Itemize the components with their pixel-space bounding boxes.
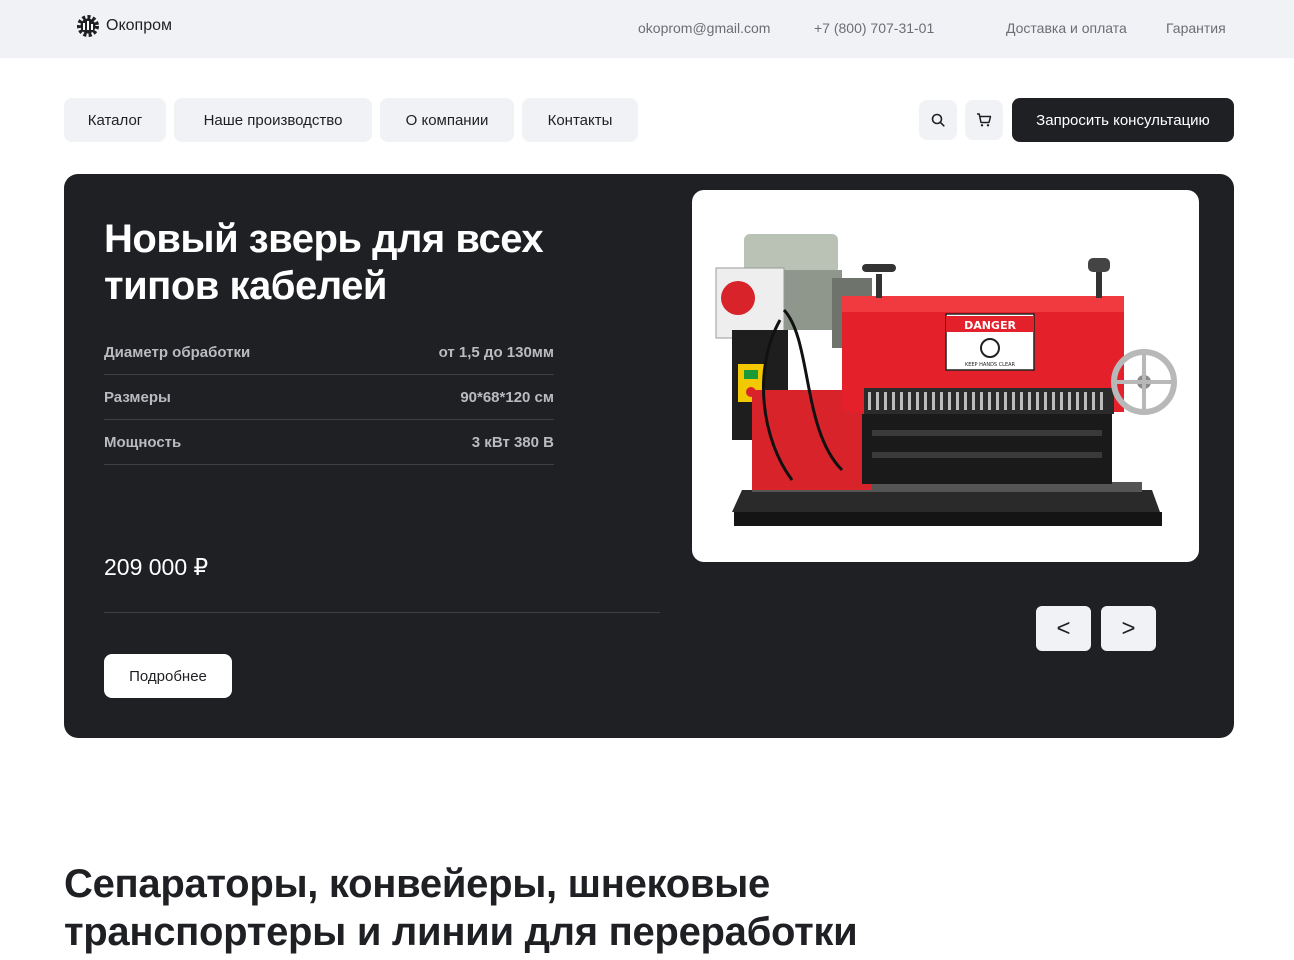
- brand-name: Окопром: [106, 17, 172, 34]
- top-bar: Окопром okoprom@gmail.com +7 (800) 707-3…: [0, 0, 1294, 58]
- next-slide-button[interactable]: >: [1101, 606, 1156, 651]
- price: 209 000 ₽: [104, 554, 209, 580]
- spec-label: Размеры: [104, 388, 171, 406]
- hero-card: Новый зверь для всех типов кабелей Диаме…: [64, 174, 1234, 738]
- product-image: DANGER KEEP HANDS CLEAR: [692, 190, 1199, 562]
- email-link[interactable]: okoprom@gmail.com: [638, 20, 770, 36]
- nav-contacts[interactable]: Контакты: [522, 98, 638, 142]
- search-button[interactable]: [919, 100, 957, 140]
- spec-value: 90*68*120 см: [460, 388, 554, 406]
- cable-stripping-machine-illustration: DANGER KEEP HANDS CLEAR: [715, 234, 1177, 526]
- details-button[interactable]: Подробнее: [104, 654, 232, 698]
- nav-production[interactable]: Наше производство: [174, 98, 372, 142]
- hero-title: Новый зверь для всех типов кабелей: [104, 217, 544, 308]
- danger-sublabel: KEEP HANDS CLEAR: [965, 362, 1016, 368]
- divider: [104, 612, 660, 613]
- logo[interactable]: Окопром: [74, 12, 172, 40]
- spec-row: Мощность 3 кВт 380 В: [104, 420, 554, 465]
- delivery-link[interactable]: Доставка и оплата: [1006, 20, 1127, 36]
- search-icon: [931, 113, 945, 127]
- spec-table: Диаметр обработки от 1,5 до 130мм Размер…: [104, 330, 554, 465]
- spec-label: Диаметр обработки: [104, 343, 251, 361]
- section-title: Сепараторы, конвейеры, шнековые транспор…: [64, 862, 858, 954]
- cart-button[interactable]: [965, 100, 1003, 140]
- request-consultation-button[interactable]: Запросить консультацию: [1012, 98, 1234, 142]
- spec-row: Размеры 90*68*120 см: [104, 375, 554, 420]
- cart-icon: [977, 113, 992, 127]
- danger-label: DANGER: [964, 319, 1016, 332]
- spec-row: Диаметр обработки от 1,5 до 130мм: [104, 330, 554, 375]
- nav-catalog[interactable]: Каталог: [64, 98, 166, 142]
- nav-about[interactable]: О компании: [380, 98, 514, 142]
- spec-value: 3 кВт 380 В: [471, 433, 554, 451]
- gear-logo-icon: [77, 15, 99, 37]
- spec-label: Мощность: [104, 433, 182, 451]
- warranty-link[interactable]: Гарантия: [1166, 20, 1226, 36]
- prev-slide-button[interactable]: <: [1036, 606, 1091, 651]
- spec-value: от 1,5 до 130мм: [438, 343, 554, 361]
- phone-link[interactable]: +7 (800) 707-31-01: [814, 20, 934, 36]
